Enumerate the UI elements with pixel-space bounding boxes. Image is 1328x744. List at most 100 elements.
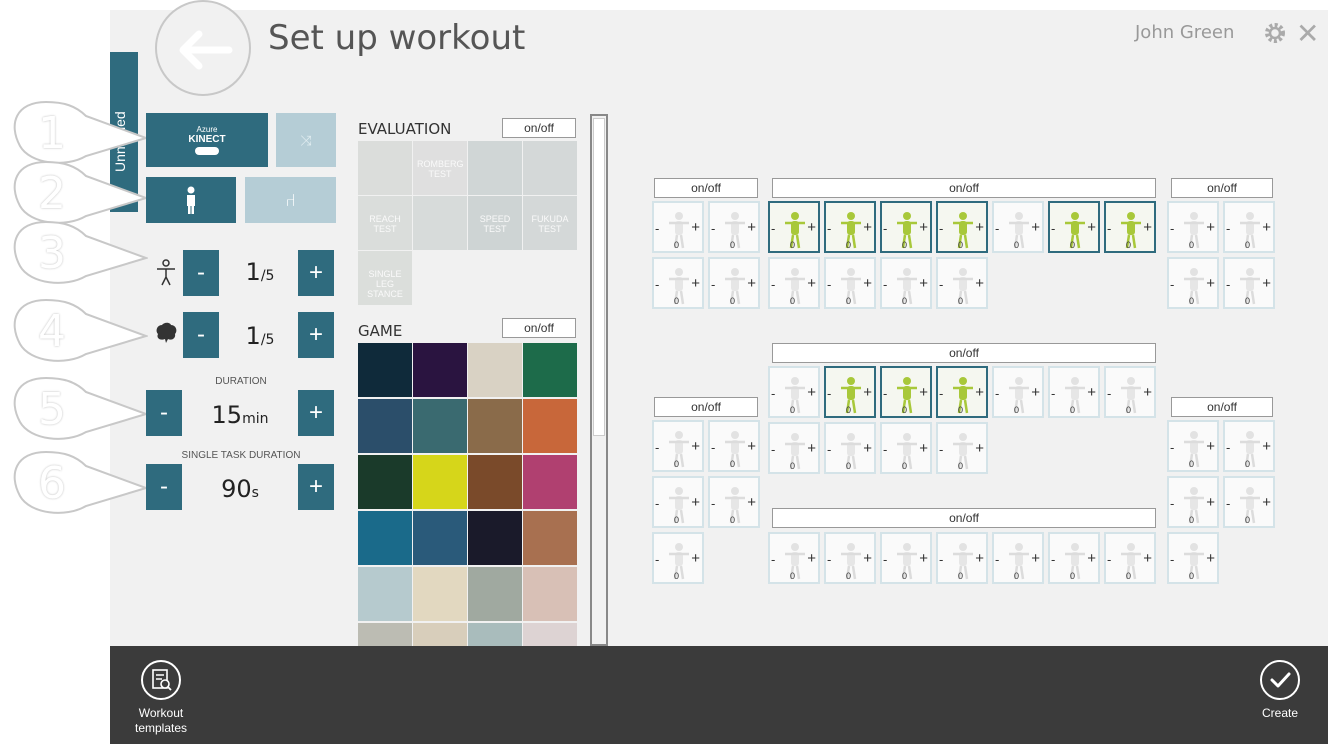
exercise-minus-button[interactable]: - xyxy=(1170,221,1174,236)
close-icon[interactable]: ✕ xyxy=(1296,17,1319,50)
exercise-minus-button[interactable]: - xyxy=(883,552,887,567)
exercise-plus-button[interactable]: + xyxy=(1206,438,1215,455)
exercise-tile[interactable]: - +0 xyxy=(652,532,704,584)
exercise-plus-button[interactable]: + xyxy=(919,275,928,292)
exercise-minus-button[interactable]: - xyxy=(883,386,887,401)
exercise-minus-button[interactable]: - xyxy=(1107,552,1111,567)
game-tile[interactable] xyxy=(358,623,412,646)
exercise-tile[interactable]: - +0 xyxy=(708,201,760,253)
exercise-group-onoff-button[interactable]: on/off xyxy=(654,178,758,198)
exercise-plus-button[interactable]: + xyxy=(747,438,756,455)
exercise-plus-button[interactable]: + xyxy=(975,219,984,236)
exercise-minus-button[interactable]: - xyxy=(939,442,943,457)
exercise-plus-button[interactable]: + xyxy=(1143,550,1152,567)
exercise-tile[interactable]: - +0 xyxy=(1048,532,1100,584)
exercise-tile[interactable]: - +0 xyxy=(992,366,1044,418)
exercise-tile[interactable]: - +0 xyxy=(936,532,988,584)
exercise-minus-button[interactable]: - xyxy=(827,277,831,292)
exercise-plus-button[interactable]: + xyxy=(863,219,872,236)
game-tile[interactable] xyxy=(413,343,467,397)
exercise-minus-button[interactable]: - xyxy=(827,386,831,401)
exercise-plus-button[interactable]: + xyxy=(747,494,756,511)
exercise-tile[interactable]: - +0 xyxy=(936,257,988,309)
game-tile[interactable] xyxy=(358,399,412,453)
exercise-minus-button[interactable]: - xyxy=(827,442,831,457)
exercise-plus-button[interactable]: + xyxy=(807,384,816,401)
exercise-tile[interactable]: - +0 xyxy=(880,532,932,584)
exercise-plus-button[interactable]: + xyxy=(1206,494,1215,511)
exercise-minus-button[interactable]: - xyxy=(711,496,715,511)
evaluation-onoff-button[interactable]: on/off xyxy=(502,118,576,138)
exercise-tile[interactable]: - +0 xyxy=(936,366,988,418)
exercise-plus-button[interactable]: + xyxy=(1206,219,1215,236)
exercise-minus-button[interactable]: - xyxy=(1226,440,1230,455)
exercise-plus-button[interactable]: + xyxy=(1031,219,1040,236)
exercise-plus-button[interactable]: + xyxy=(1087,550,1096,567)
exercise-minus-button[interactable]: - xyxy=(1226,496,1230,511)
exercise-tile[interactable]: - +0 xyxy=(708,476,760,528)
exercise-minus-button[interactable]: - xyxy=(1051,221,1055,236)
game-tile[interactable] xyxy=(523,399,577,453)
exercise-plus-button[interactable]: + xyxy=(1262,494,1271,511)
game-onoff-button[interactable]: on/off xyxy=(502,318,576,338)
exercise-tile[interactable]: - +0 xyxy=(652,420,704,472)
evaluation-tile[interactable] xyxy=(468,141,522,195)
exercise-tile[interactable]: - +0 xyxy=(992,532,1044,584)
exercise-tile[interactable]: - +0 xyxy=(824,532,876,584)
evaluation-tile[interactable] xyxy=(523,141,577,195)
exercise-plus-button[interactable]: + xyxy=(1143,219,1152,236)
exercise-tile[interactable]: - +0 xyxy=(824,257,876,309)
exercise-minus-button[interactable]: - xyxy=(1226,221,1230,236)
exercise-tile[interactable]: - +0 xyxy=(880,422,932,474)
exercise-minus-button[interactable]: - xyxy=(655,496,659,511)
exercise-plus-button[interactable]: + xyxy=(919,550,928,567)
exercise-plus-button[interactable]: + xyxy=(919,440,928,457)
game-tile[interactable] xyxy=(413,567,467,621)
exercise-minus-button[interactable]: - xyxy=(939,386,943,401)
exercise-plus-button[interactable]: + xyxy=(747,275,756,292)
evaluation-tile[interactable] xyxy=(358,141,412,195)
exercise-tile[interactable]: - +0 xyxy=(1048,366,1100,418)
exercise-tile[interactable]: - +0 xyxy=(768,257,820,309)
exercise-group-onoff-button[interactable]: on/off xyxy=(772,508,1156,528)
exercise-tile[interactable]: - +0 xyxy=(708,420,760,472)
kinect-device-button[interactable]: Azure KINECT xyxy=(146,113,268,167)
game-tile[interactable] xyxy=(413,455,467,509)
exercise-minus-button[interactable]: - xyxy=(1170,440,1174,455)
exercise-minus-button[interactable]: - xyxy=(1226,277,1230,292)
exercise-minus-button[interactable]: - xyxy=(771,552,775,567)
exercise-tile[interactable]: - +0 xyxy=(768,201,820,253)
exercise-plus-button[interactable]: + xyxy=(1206,275,1215,292)
exercise-tile[interactable]: - +0 xyxy=(824,201,876,253)
shuffle-button[interactable]: ⤨ xyxy=(276,113,336,167)
exercise-tile[interactable]: - +0 xyxy=(992,201,1044,253)
exercise-plus-button[interactable]: + xyxy=(1206,550,1215,567)
exercise-tile[interactable]: - +0 xyxy=(936,201,988,253)
exercise-group-onoff-button[interactable]: on/off xyxy=(654,397,758,417)
game-tile[interactable] xyxy=(468,343,522,397)
exercise-tile[interactable]: - +0 xyxy=(768,532,820,584)
exercise-minus-button[interactable]: - xyxy=(995,221,999,236)
exercise-tile[interactable]: - +0 xyxy=(652,476,704,528)
evaluation-tile[interactable]: REACH TEST xyxy=(358,196,412,250)
game-tile[interactable] xyxy=(468,623,522,646)
exercise-minus-button[interactable]: - xyxy=(711,440,715,455)
exercise-minus-button[interactable]: - xyxy=(1051,386,1055,401)
exercise-plus-button[interactable]: + xyxy=(807,550,816,567)
exercise-plus-button[interactable]: + xyxy=(863,550,872,567)
exercise-minus-button[interactable]: - xyxy=(939,552,943,567)
exercise-tile[interactable]: - +0 xyxy=(1104,532,1156,584)
exercise-tile[interactable]: - +0 xyxy=(1104,366,1156,418)
exercise-plus-button[interactable]: + xyxy=(975,440,984,457)
exercise-tile[interactable]: - +0 xyxy=(1167,476,1219,528)
exercise-minus-button[interactable]: - xyxy=(1051,552,1055,567)
exercise-plus-button[interactable]: + xyxy=(863,384,872,401)
user-name[interactable]: John Green xyxy=(1135,22,1234,43)
exercise-plus-button[interactable]: + xyxy=(807,275,816,292)
back-button[interactable] xyxy=(155,0,251,96)
exercise-tile[interactable]: - +0 xyxy=(1167,532,1219,584)
exercise-tile[interactable]: - +0 xyxy=(1223,476,1275,528)
exercise-plus-button[interactable]: + xyxy=(691,219,700,236)
game-tile[interactable] xyxy=(358,455,412,509)
game-tile[interactable] xyxy=(358,567,412,621)
